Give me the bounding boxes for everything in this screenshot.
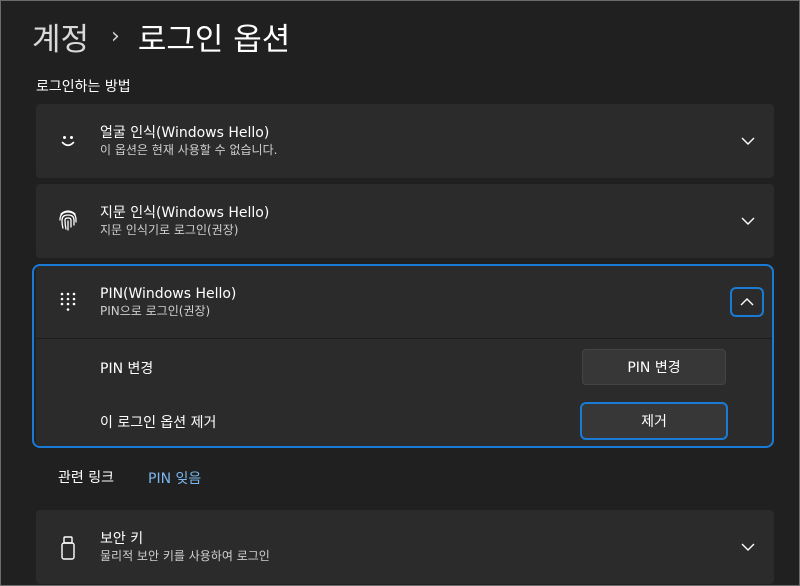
pin-header[interactable]: PIN(Windows Hello) PIN으로 로그인(권장) (36, 266, 774, 338)
face-recognition-title: 얼굴 인식(Windows Hello) (100, 125, 270, 141)
smiley-face-icon (56, 129, 80, 153)
chevron-down-icon[interactable] (740, 213, 756, 229)
pin-card: PIN(Windows Hello) PIN으로 로그인(권장) PIN 변경 … (36, 266, 774, 446)
chevron-down-icon[interactable] (740, 133, 756, 149)
collapse-button[interactable] (730, 287, 764, 317)
remove-button[interactable]: 제거 (580, 402, 728, 440)
fingerprint-title: 지문 인식(Windows Hello) (100, 205, 270, 221)
security-key-card[interactable]: 보안 키 물리적 보안 키를 사용하여 로그인 (36, 510, 774, 584)
change-pin-label: PIN 변경 (100, 361, 154, 377)
face-recognition-subtitle: 이 옵션은 현재 사용할 수 없습니다. (100, 143, 278, 157)
pin-title: PIN(Windows Hello) (100, 286, 237, 302)
fingerprint-subtitle: 지문 인식기로 로그인(권장) (100, 223, 239, 237)
page-title: 로그인 옵션 (137, 22, 291, 58)
fingerprint-icon (56, 208, 80, 232)
face-recognition-card[interactable]: 얼굴 인식(Windows Hello) 이 옵션은 현재 사용할 수 없습니다… (36, 104, 774, 178)
change-pin-button[interactable]: PIN 변경 (582, 349, 726, 385)
breadcrumb: 계정 › 로그인 옵션 (32, 14, 290, 59)
divider (36, 338, 774, 339)
security-key-title: 보안 키 (100, 531, 144, 547)
fingerprint-card[interactable]: 지문 인식(Windows Hello) 지문 인식기로 로그인(권장) (36, 184, 774, 258)
breadcrumb-separator: › (111, 24, 120, 49)
chevron-down-icon[interactable] (740, 539, 756, 555)
pin-subtitle: PIN으로 로그인(권장) (100, 304, 211, 318)
security-key-subtitle: 물리적 보안 키를 사용하여 로그인 (100, 549, 270, 563)
remove-option-label: 이 로그인 옵션 제거 (100, 415, 217, 431)
keypad-icon (56, 290, 80, 314)
section-title: 로그인하는 방법 (36, 79, 131, 95)
related-links-label: 관련 링크 (58, 470, 114, 486)
chevron-up-icon (740, 298, 754, 306)
breadcrumb-parent[interactable]: 계정 (32, 14, 89, 59)
usb-key-icon (56, 536, 80, 560)
forgot-pin-link[interactable]: PIN 잊음 (148, 468, 201, 488)
